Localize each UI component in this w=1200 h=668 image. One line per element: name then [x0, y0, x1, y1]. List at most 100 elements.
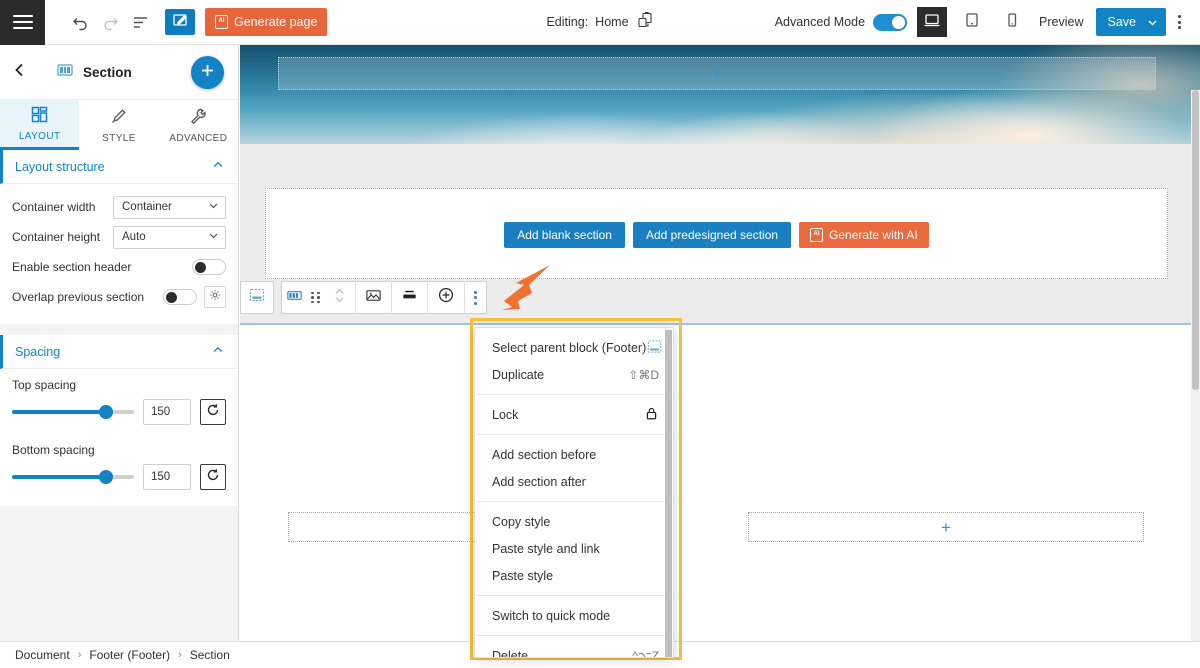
top-spacing-slider-knob[interactable] [98, 405, 113, 419]
device-desktop-button[interactable] [917, 7, 948, 37]
bottom-spacing-row: 150 [12, 460, 226, 494]
tab-advanced-label: ADVANCED [169, 132, 228, 144]
align-button[interactable] [392, 281, 428, 314]
canvas-scrollbar[interactable] [1191, 90, 1200, 641]
topbar-more-button[interactable] [1166, 7, 1192, 37]
tab-layout-label: LAYOUT [18, 131, 61, 142]
select-parent-footer-button[interactable] [240, 281, 274, 314]
overlap-previous-section-row: Overlap previous section [12, 282, 226, 312]
bottom-spacing-slider-knob[interactable] [98, 470, 113, 484]
chevron-down-icon[interactable] [1145, 17, 1166, 28]
preview-button[interactable]: Preview [1027, 15, 1095, 29]
redo-button[interactable] [95, 7, 125, 37]
tablet-icon [963, 11, 981, 34]
canvas-scrollbar-thumb[interactable] [1192, 90, 1199, 390]
tab-style[interactable]: STYLE [79, 100, 158, 150]
menu-item-select-parent-block[interactable]: Select parent block (Footer) [475, 334, 673, 361]
desktop-icon [923, 11, 941, 34]
context-menu-scrollbar[interactable] [665, 330, 672, 657]
menu-item-add-section-before[interactable]: Add section before [475, 441, 673, 468]
top-spacing-reset-button[interactable] [200, 399, 226, 425]
panel-back-button[interactable] [12, 62, 38, 83]
image-button[interactable] [356, 281, 392, 314]
chevron-left-icon [12, 62, 28, 83]
ai-badge-icon: AI [215, 15, 228, 29]
chevron-down-icon [208, 230, 219, 244]
container-height-label: Container height [12, 230, 101, 244]
preview-label: Preview [1039, 15, 1084, 29]
overlap-settings-button[interactable] [204, 286, 226, 308]
menu-item-paste-style[interactable]: Paste style [475, 562, 673, 589]
top-spacing-slider[interactable] [12, 405, 134, 419]
section-type-button[interactable] [282, 281, 307, 314]
add-blank-section-button[interactable]: Add blank section [504, 222, 625, 248]
brush-icon [109, 107, 128, 129]
top-spacing-input[interactable]: 150 [143, 399, 191, 425]
plus-icon: + [712, 64, 722, 83]
menu-item-lock[interactable]: Lock [475, 401, 673, 428]
add-block-button[interactable] [191, 56, 224, 89]
page-canvas: + Add blank section Add predesigned sect… [240, 45, 1200, 641]
edit-page-button[interactable] [165, 9, 195, 35]
menu-item-switch-to-quick-mode[interactable]: Switch to quick mode [475, 602, 673, 629]
breadcrumb-item-section[interactable]: Section [190, 648, 230, 662]
add-block-button[interactable] [428, 281, 465, 314]
tab-advanced[interactable]: ADVANCED [159, 100, 238, 150]
overlap-previous-section-toggle[interactable] [163, 289, 197, 305]
device-mobile-button[interactable] [997, 7, 1027, 37]
menu-item-add-section-after[interactable]: Add section after [475, 468, 673, 495]
left-settings-panel: Section LAYOUT STYLE ADVANCED Layout str… [0, 45, 239, 641]
container-height-value: Auto [122, 231, 146, 243]
enable-section-header-toggle[interactable] [192, 259, 226, 275]
move-updown-icon [333, 287, 346, 309]
generate-page-button[interactable]: AI Generate page [205, 8, 328, 36]
block-more-button[interactable] [465, 281, 486, 314]
spacing-body: Top spacing 150 Bottom spacing 150 [0, 369, 238, 506]
bottom-spacing-reset-button[interactable] [200, 464, 226, 490]
breadcrumb-item-document[interactable]: Document [15, 648, 70, 662]
breadcrumb-item-footer[interactable]: Footer (Footer) [89, 648, 170, 662]
align-icon [401, 287, 418, 309]
bottom-spacing-slider[interactable] [12, 470, 134, 484]
menu-item-copy-style[interactable]: Copy style [475, 508, 673, 535]
menu-item-duplicate[interactable]: Duplicate ⇧⌘D [475, 361, 673, 388]
spacing-title: Spacing [15, 344, 61, 359]
menu-item-paste-style-and-link[interactable]: Paste style and link [475, 535, 673, 562]
menu-item-label: Lock [492, 407, 519, 422]
container-height-row: Container height Auto [12, 222, 226, 252]
menu-item-label: Add section after [492, 474, 586, 489]
spacing-header[interactable]: Spacing [0, 335, 238, 369]
overlap-previous-section-label: Overlap previous section [12, 290, 145, 304]
mobile-icon [1003, 11, 1021, 34]
container-width-select[interactable]: Container [113, 195, 226, 219]
hamburger-menu-button[interactable] [0, 0, 45, 45]
hero-drop-zone[interactable]: + [278, 57, 1156, 90]
container-width-label: Container width [12, 200, 96, 214]
footer-block-icon [646, 338, 663, 358]
advanced-mode-label: Advanced Mode [774, 15, 866, 29]
container-height-select[interactable]: Auto [113, 225, 226, 249]
footer-section[interactable]: + [240, 323, 1200, 641]
top-spacing-value: 150 [151, 406, 171, 418]
menu-item-label: Select parent block (Footer) [492, 340, 647, 355]
bottom-spacing-input[interactable]: 150 [143, 464, 191, 490]
device-tablet-button[interactable] [957, 7, 987, 37]
outline-button[interactable] [125, 7, 155, 37]
menu-item-delete[interactable]: Delete ^⌥Z [475, 642, 673, 658]
drag-handle-button[interactable] [307, 281, 324, 314]
menu-item-label: Copy style [492, 514, 551, 529]
block-floating-toolbar [240, 281, 487, 314]
add-section-placeholder: Add blank section Add predesigned sectio… [265, 188, 1168, 279]
tab-layout[interactable]: LAYOUT [0, 100, 80, 150]
undo-button[interactable] [65, 7, 95, 37]
add-predesigned-section-button[interactable]: Add predesigned section [632, 222, 792, 248]
save-button[interactable]: Save [1095, 8, 1166, 36]
menu-item-label: Duplicate [492, 367, 545, 382]
layout-structure-header[interactable]: Layout structure [0, 150, 238, 184]
footer-drop-zone-right[interactable]: + [748, 512, 1144, 542]
move-updown-button[interactable] [324, 281, 356, 314]
advanced-mode-toggle[interactable] [873, 13, 908, 31]
generate-with-ai-button[interactable]: AI Generate with AI [799, 222, 929, 248]
image-icon [365, 287, 382, 309]
top-spacing-slider-fill [12, 410, 106, 414]
